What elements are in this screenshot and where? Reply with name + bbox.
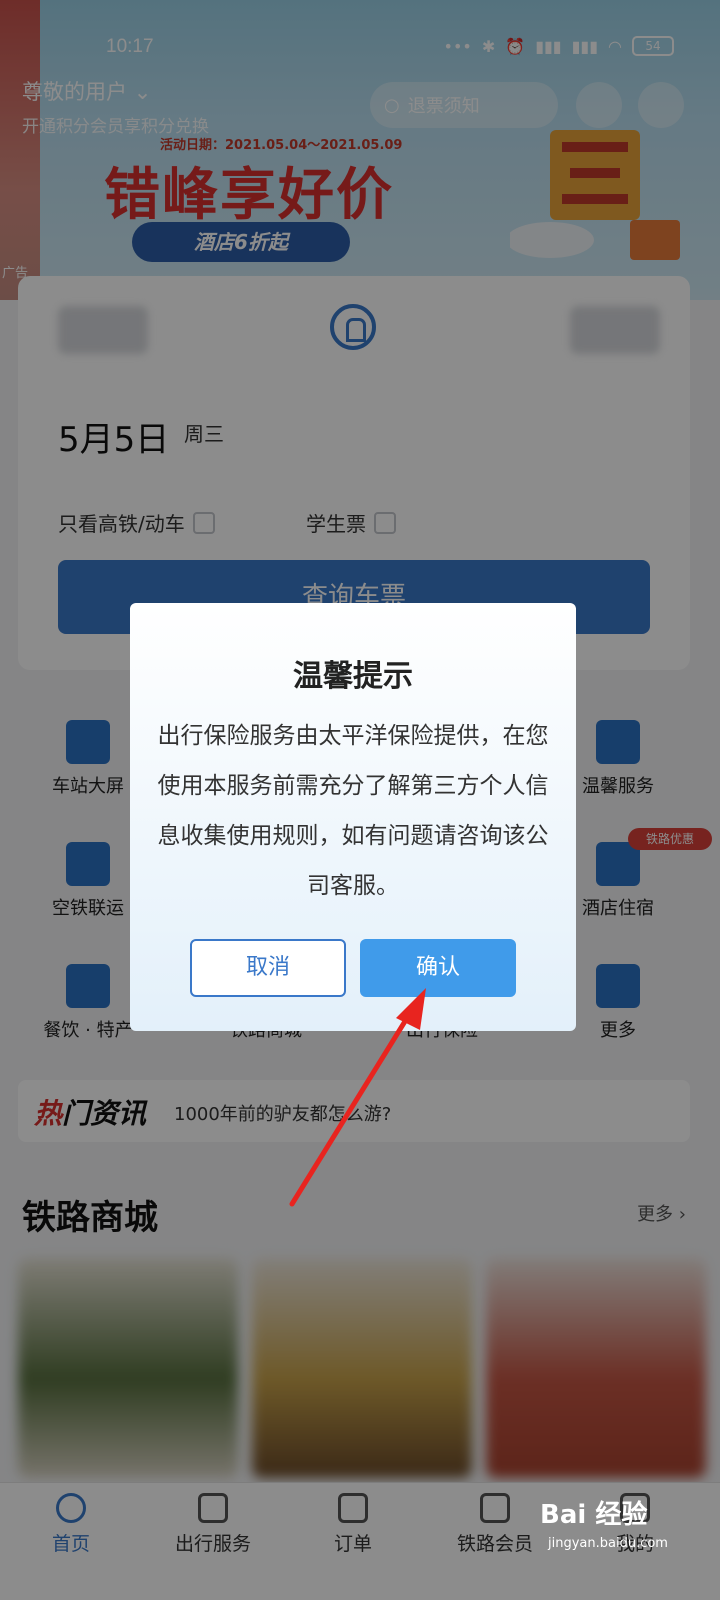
watermark-logo: Bai 经验	[540, 1500, 648, 1530]
dialog-title: 温馨提示	[293, 659, 413, 694]
dialog-message: 出行保险服务由太平洋保险提供，在您使用本服务前需充分了解第三方个人信息收集使用规…	[157, 723, 549, 899]
watermark-url: jingyan.baidu.com	[548, 1536, 668, 1551]
cancel-button[interactable]: 取消	[190, 939, 346, 997]
confirm-button[interactable]: 确认	[360, 939, 516, 997]
app-home-screen: 10:17 ••• ✱ ⏰ ▮▮▮ ▮▮▮ ◠ 54 尊敬的用户 ⌄ 开通积分会…	[0, 0, 720, 1600]
tip-dialog: 温馨提示 出行保险服务由太平洋保险提供，在您使用本服务前需充分了解第三方个人信息…	[130, 603, 576, 1031]
